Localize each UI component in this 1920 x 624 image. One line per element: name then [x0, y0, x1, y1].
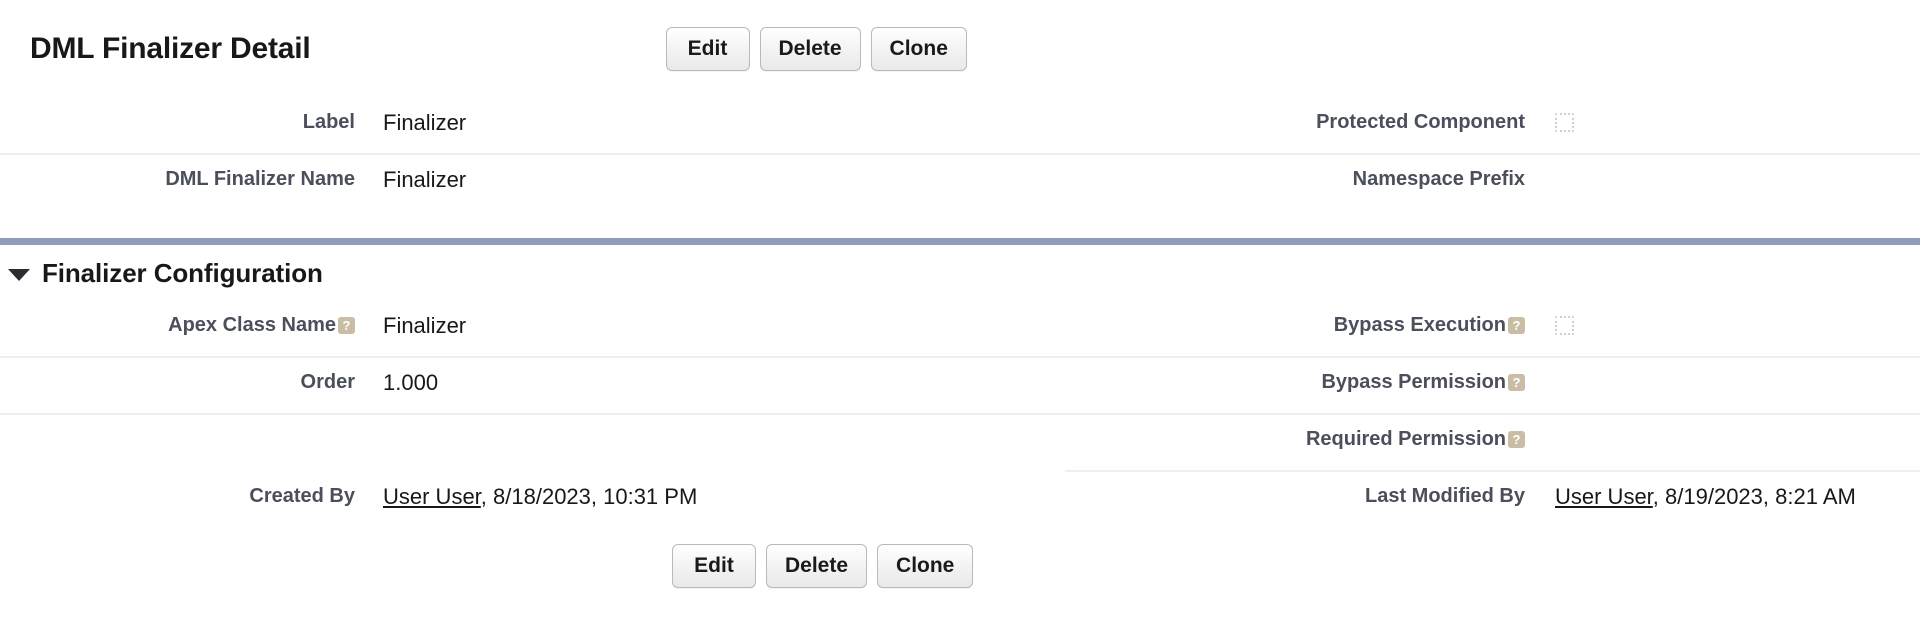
help-icon[interactable]: ?	[1508, 430, 1525, 448]
field-value: Finalizer	[383, 110, 467, 135]
field-cell-bypass-permission: Bypass Permission ?	[1065, 358, 1920, 413]
field-cell-protected-component: Protected Component	[1065, 98, 1920, 153]
field-row: Label Finalizer Protected Component	[0, 98, 1920, 155]
field-cell-last-modified-by: Last Modified By User User, 8/19/2023, 8…	[1065, 472, 1920, 529]
bypass-execution-checkbox[interactable]	[1555, 316, 1574, 335]
finalizer-configuration-header[interactable]: Finalizer Configuration	[0, 245, 1920, 301]
delete-button[interactable]: Delete	[766, 544, 868, 588]
field-label: Bypass Execution ?	[1065, 311, 1525, 339]
clone-button[interactable]: Clone	[877, 544, 974, 588]
created-by-user-link[interactable]: User User	[383, 484, 481, 509]
field-label: Label	[302, 111, 355, 133]
field-label: Namespace Prefix	[1352, 168, 1525, 190]
field-row: Created By User User, 8/18/2023, 10:31 P…	[0, 472, 1920, 529]
field-value	[1525, 108, 1574, 132]
delete-button[interactable]: Delete	[759, 27, 861, 71]
field-cell-order: Order 1.000	[0, 358, 1065, 413]
field-value: Finalizer	[383, 313, 467, 338]
field-row: Required Permission ?	[0, 415, 1920, 472]
created-by-timestamp: , 8/18/2023, 10:31 PM	[480, 484, 698, 509]
field-cell-apex-class-name: Apex Class Name ? Finalizer	[0, 301, 1065, 356]
field-row: DML Finalizer Name Finalizer Namespace P…	[0, 155, 1920, 212]
field-row: Order 1.000 Bypass Permission ?	[0, 358, 1920, 415]
field-label: Created By	[249, 485, 355, 507]
field-cell-bypass-execution: Bypass Execution ?	[1065, 301, 1920, 356]
help-icon[interactable]: ?	[1508, 316, 1525, 334]
edit-button[interactable]: Edit	[665, 27, 750, 71]
header-button-group: Edit Delete Clone	[665, 27, 967, 71]
field-label: DML Finalizer Name	[165, 168, 355, 190]
clone-button[interactable]: Clone	[870, 27, 967, 71]
field-value: 1.000	[383, 370, 439, 395]
field-cell-created-by: Created By User User, 8/18/2023, 10:31 P…	[0, 472, 1065, 529]
field-label-text: Required Permission	[1305, 428, 1506, 450]
field-label: Required Permission ?	[1065, 425, 1525, 453]
caret-down-icon[interactable]	[8, 268, 30, 281]
last-modified-by-timestamp: , 8/19/2023, 8:21 AM	[1652, 484, 1856, 509]
field-label: Order	[300, 371, 355, 393]
field-cell-required-permission: Required Permission ?	[1065, 415, 1920, 472]
last-modified-by-user-link[interactable]: User User	[1555, 484, 1653, 509]
footer-button-group: Edit Delete Clone	[0, 529, 1920, 588]
field-label-text: Bypass Permission	[1321, 371, 1506, 393]
protected-component-checkbox[interactable]	[1555, 113, 1574, 132]
field-row: Apex Class Name ? Finalizer Bypass Execu…	[0, 301, 1920, 358]
section-divider-bar	[0, 238, 1920, 245]
page-title: DML Finalizer Detail	[30, 32, 311, 65]
field-cell-label: Label Finalizer	[0, 98, 1065, 153]
help-icon[interactable]: ?	[1508, 373, 1525, 391]
field-value: User User, 8/18/2023, 10:31 PM	[355, 482, 697, 512]
field-value	[1525, 311, 1574, 335]
detail-header: DML Finalizer Detail Edit Delete Clone	[0, 0, 1920, 98]
field-label: Apex Class Name ?	[0, 311, 355, 339]
field-label: Last Modified By	[1364, 485, 1525, 507]
field-label-text: Bypass Execution	[1333, 314, 1506, 336]
top-section-rows: Label Finalizer Protected Component DML …	[0, 98, 1920, 212]
field-cell-dml-finalizer-name: DML Finalizer Name Finalizer	[0, 155, 1065, 212]
section-title: Finalizer Configuration	[42, 257, 323, 288]
dml-finalizer-detail-page: DML Finalizer Detail Edit Delete Clone L…	[0, 0, 1920, 624]
field-cell-empty	[0, 415, 1065, 472]
field-cell-namespace-prefix: Namespace Prefix	[1065, 155, 1920, 212]
finalizer-configuration-rows: Apex Class Name ? Finalizer Bypass Execu…	[0, 301, 1920, 529]
field-label-text: Apex Class Name	[168, 314, 336, 336]
edit-button[interactable]: Edit	[672, 544, 756, 588]
field-label: Bypass Permission ?	[1065, 368, 1525, 396]
field-value: Finalizer	[383, 167, 467, 192]
field-label: Protected Component	[1316, 111, 1525, 133]
field-value: User User, 8/19/2023, 8:21 AM	[1525, 482, 1856, 512]
help-icon[interactable]: ?	[338, 316, 355, 334]
